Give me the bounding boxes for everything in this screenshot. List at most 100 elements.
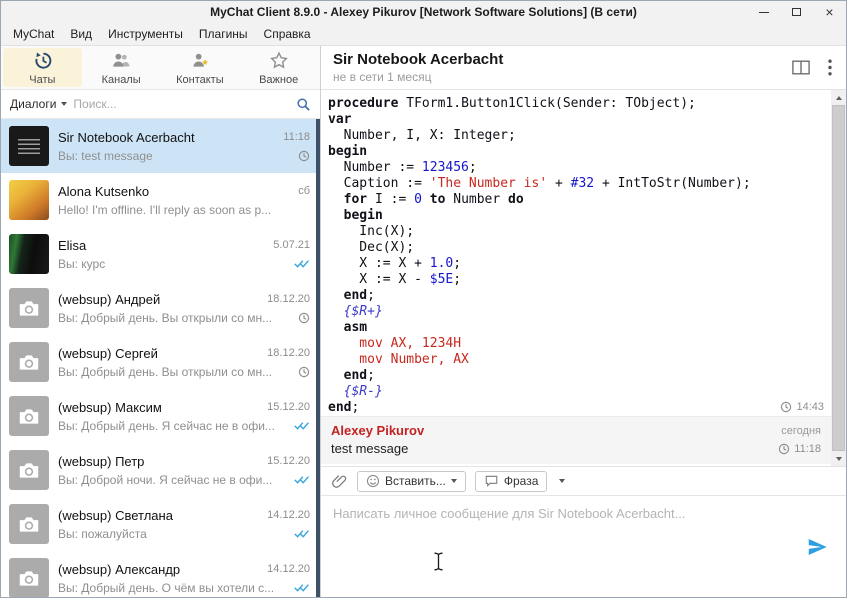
code-line: X := X + 1.0; <box>328 256 824 272</box>
chat-list-item-2[interactable]: Elisa5.07.21Вы: курс <box>1 227 320 281</box>
star-icon <box>268 50 290 72</box>
toolbar-button-important[interactable]: Важное <box>239 48 318 87</box>
chat-list-item-5[interactable]: (websup) Максим15.12.20Вы: Добрый день. … <box>1 389 320 443</box>
menu-item-3[interactable]: Плагины <box>191 24 256 44</box>
chat-list-item-8[interactable]: (websup) Александр14.12.20Вы: Добрый ден… <box>1 551 320 597</box>
menu-item-4[interactable]: Справка <box>256 24 319 44</box>
minimize-button[interactable] <box>747 1 780 23</box>
chat-preview: Вы: Добрый день. Вы открыли со мн... <box>58 311 287 325</box>
phrase-dropdown-button[interactable] <box>556 471 568 492</box>
maximize-button[interactable] <box>780 1 813 23</box>
insert-button[interactable]: Вставить... <box>357 471 466 492</box>
title-bar: MyChat Client 8.9.0 - Alexey Pikurov [Ne… <box>1 1 846 23</box>
history-clock-icon <box>32 50 53 72</box>
menu-bar: MyChatВидИнструментыПлагиныСправка <box>1 23 846 46</box>
close-button[interactable]: × <box>813 1 846 23</box>
sidebar-scrollbar[interactable] <box>316 119 320 597</box>
chat-panel: Sir Notebook Acerbacht не в сети 1 месяц… <box>321 46 846 597</box>
toolbar-button-contacts[interactable]: Контакты <box>161 48 240 87</box>
window-title: MyChat Client 8.9.0 - Alexey Pikurov [Ne… <box>210 5 637 19</box>
code-line: {$R+} <box>328 304 824 320</box>
menu-item-1[interactable]: Вид <box>62 24 100 44</box>
chat-preview: Вы: test message <box>58 149 287 163</box>
menu-item-0[interactable]: MyChat <box>5 24 62 44</box>
left-panel: Чаты Каналы Контакты Важное Диалоги Sir Not… <box>1 46 321 597</box>
phrase-button-label: Фраза <box>504 474 539 488</box>
main-area: Чаты Каналы Контакты Важное Диалоги Sir Not… <box>1 46 846 597</box>
scroll-down-arrow[interactable] <box>831 451 846 466</box>
chat-name: (websup) Петр <box>58 454 261 469</box>
contact-star-icon <box>189 50 211 72</box>
chat-time: 15.12.20 <box>267 455 310 467</box>
chat-list-item-4[interactable]: (websup) Сергей18.12.20Вы: Добрый день. … <box>1 335 320 389</box>
message-input[interactable]: Написать личное сообщение для Sir Notebo… <box>321 495 846 597</box>
message-input-placeholder: Написать личное сообщение для Sir Notebo… <box>321 496 846 531</box>
chat-time: 14.12.20 <box>267 509 310 521</box>
filter-bar: Диалоги <box>1 90 320 119</box>
scroll-up-arrow[interactable] <box>831 90 846 105</box>
minimize-icon <box>759 12 769 13</box>
toolbar-label-contacts: Контакты <box>176 74 224 86</box>
text-cursor-icon <box>433 552 444 571</box>
app-window: MyChat Client 8.9.0 - Alexey Pikurov [Ne… <box>0 0 847 598</box>
window-controls: × <box>747 1 846 23</box>
code-line: for I := 0 to Number do <box>328 192 824 208</box>
chat-list-item-0[interactable]: Sir Notebook Acerbacht 11:18 Вы: test mess… <box>1 119 320 173</box>
chat-preview: Вы: Добрый день. Вы открыли со мн... <box>58 365 287 379</box>
toolbar-label-channels: Каналы <box>102 74 141 86</box>
dialogs-filter-dropdown[interactable]: Диалоги <box>10 97 67 111</box>
chat-list-item-6[interactable]: (websup) Петр15.12.20Вы: Доброй ночи. Я … <box>1 443 320 497</box>
code-message-time: 14:43 <box>780 399 824 415</box>
pending-clock-icon <box>778 443 790 455</box>
split-view-icon[interactable] <box>792 60 810 80</box>
code-line: var <box>328 112 824 128</box>
scrollbar-thumb[interactable] <box>832 105 845 451</box>
close-icon: × <box>825 5 833 19</box>
chat-name: Sir Notebook Acerbacht <box>58 130 277 145</box>
avatar <box>9 180 49 220</box>
chat-list-item-7[interactable]: (websup) Светлана14.12.20Вы: пожалуйста <box>1 497 320 551</box>
search-icon[interactable] <box>296 97 311 112</box>
message-date: сегодня <box>781 425 821 437</box>
composer-toolbar: Вставить... Фраза <box>321 466 846 495</box>
code-message-timestamp: 14:43 <box>796 399 824 415</box>
code-line: begin <box>328 144 824 160</box>
chat-presence-status: не в сети 1 месяц <box>333 70 834 84</box>
people-icon <box>110 50 132 72</box>
pending-clock-icon <box>293 150 310 162</box>
phrase-button[interactable]: Фраза <box>475 471 548 492</box>
search-input[interactable] <box>73 97 290 111</box>
code-line: mov AX, 1234H <box>328 336 824 352</box>
chat-name: (websup) Андрей <box>58 292 261 307</box>
kebab-menu-icon[interactable] <box>828 59 832 81</box>
text-message-time: 11:18 <box>778 443 821 455</box>
code-line: end; <box>328 288 824 304</box>
code-line: X := X - $5E; <box>328 272 824 288</box>
chat-preview: Hello! I'm offline. I'll reply as soon a… <box>58 203 287 217</box>
chat-list-item-1[interactable]: Alona KutsenkoсбHello! I'm offline. I'll… <box>1 173 320 227</box>
toolbar-button-chats[interactable]: Чаты <box>3 48 82 87</box>
read-check-icon <box>293 528 310 539</box>
read-check-icon <box>293 582 310 593</box>
avatar <box>9 396 49 436</box>
chat-name: (websup) Максим <box>58 400 261 415</box>
code-message: procedure TForm1.Button1Click(Sender: TO… <box>321 90 846 416</box>
chevron-down-icon <box>451 479 457 483</box>
chat-scrollbar[interactable] <box>831 90 846 466</box>
chat-name: Alona Kutsenko <box>58 184 292 199</box>
avatar <box>9 288 49 328</box>
code-line: asm <box>328 320 824 336</box>
chat-name: (websup) Сергей <box>58 346 261 361</box>
chat-name: (websup) Светлана <box>58 508 261 523</box>
avatar <box>9 234 49 274</box>
send-button[interactable] <box>806 537 829 557</box>
paperclip-icon[interactable] <box>331 473 348 490</box>
chat-time: 11:18 <box>283 131 310 143</box>
toolbar-button-channels[interactable]: Каналы <box>82 48 161 87</box>
read-check-icon <box>293 420 310 431</box>
chat-list-item-3[interactable]: (websup) Андрей 18.12.20 Вы: Добрый день. … <box>1 281 320 335</box>
menu-item-2[interactable]: Инструменты <box>100 24 191 44</box>
code-line: end; <box>328 368 824 384</box>
code-line: procedure TForm1.Button1Click(Sender: TO… <box>328 96 824 112</box>
chat-time: 18.12.20 <box>267 293 310 305</box>
